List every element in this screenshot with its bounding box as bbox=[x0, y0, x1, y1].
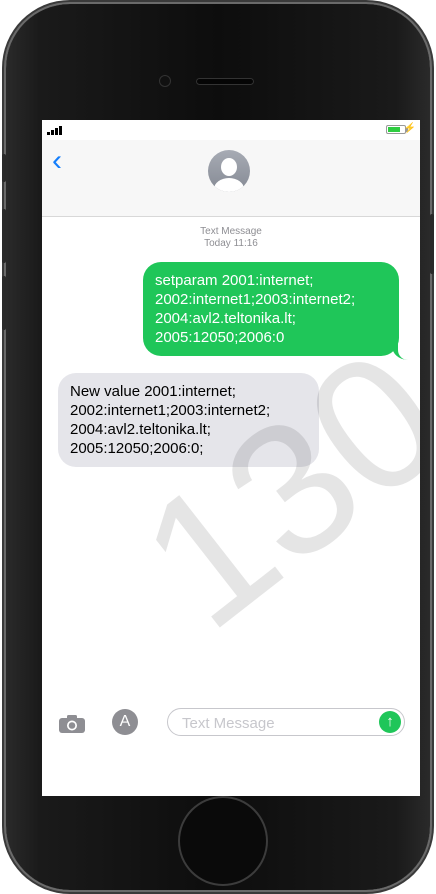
message-input[interactable] bbox=[180, 713, 374, 733]
home-button[interactable] bbox=[180, 798, 266, 884]
back-chevron-icon[interactable]: ‹ bbox=[52, 146, 62, 176]
volume-down-button bbox=[2, 276, 6, 330]
contact-avatar-icon[interactable] bbox=[208, 150, 250, 192]
volume-up-button bbox=[2, 209, 6, 263]
charging-icon: ⚡ bbox=[403, 123, 416, 134]
status-bar: ⚡ bbox=[42, 120, 420, 140]
screen: ⚡ ‹ Text Message Today 11:16 setparam 20… bbox=[42, 120, 420, 796]
message-meta-title: Text Message bbox=[200, 226, 262, 237]
compose-bar: A ↑ bbox=[42, 708, 420, 748]
power-button bbox=[430, 214, 434, 274]
app-store-icon[interactable]: A bbox=[112, 709, 138, 735]
message-input-field[interactable]: ↑ bbox=[167, 708, 405, 736]
mute-switch bbox=[2, 154, 6, 182]
outgoing-message[interactable]: setparam 2001:internet; 2002:internet1;2… bbox=[143, 262, 399, 356]
front-camera bbox=[160, 76, 170, 86]
earpiece-speaker bbox=[196, 78, 254, 85]
signal-icon bbox=[47, 126, 62, 135]
message-meta-time: Today 11:16 bbox=[204, 238, 258, 249]
phone-frame: ⚡ ‹ Text Message Today 11:16 setparam 20… bbox=[2, 4, 434, 890]
camera-icon[interactable] bbox=[58, 714, 86, 734]
incoming-message[interactable]: New value 2001:internet; 2002:internet1;… bbox=[58, 373, 319, 467]
send-arrow-icon[interactable]: ↑ bbox=[379, 711, 401, 733]
conversation-header: ‹ bbox=[42, 140, 420, 217]
